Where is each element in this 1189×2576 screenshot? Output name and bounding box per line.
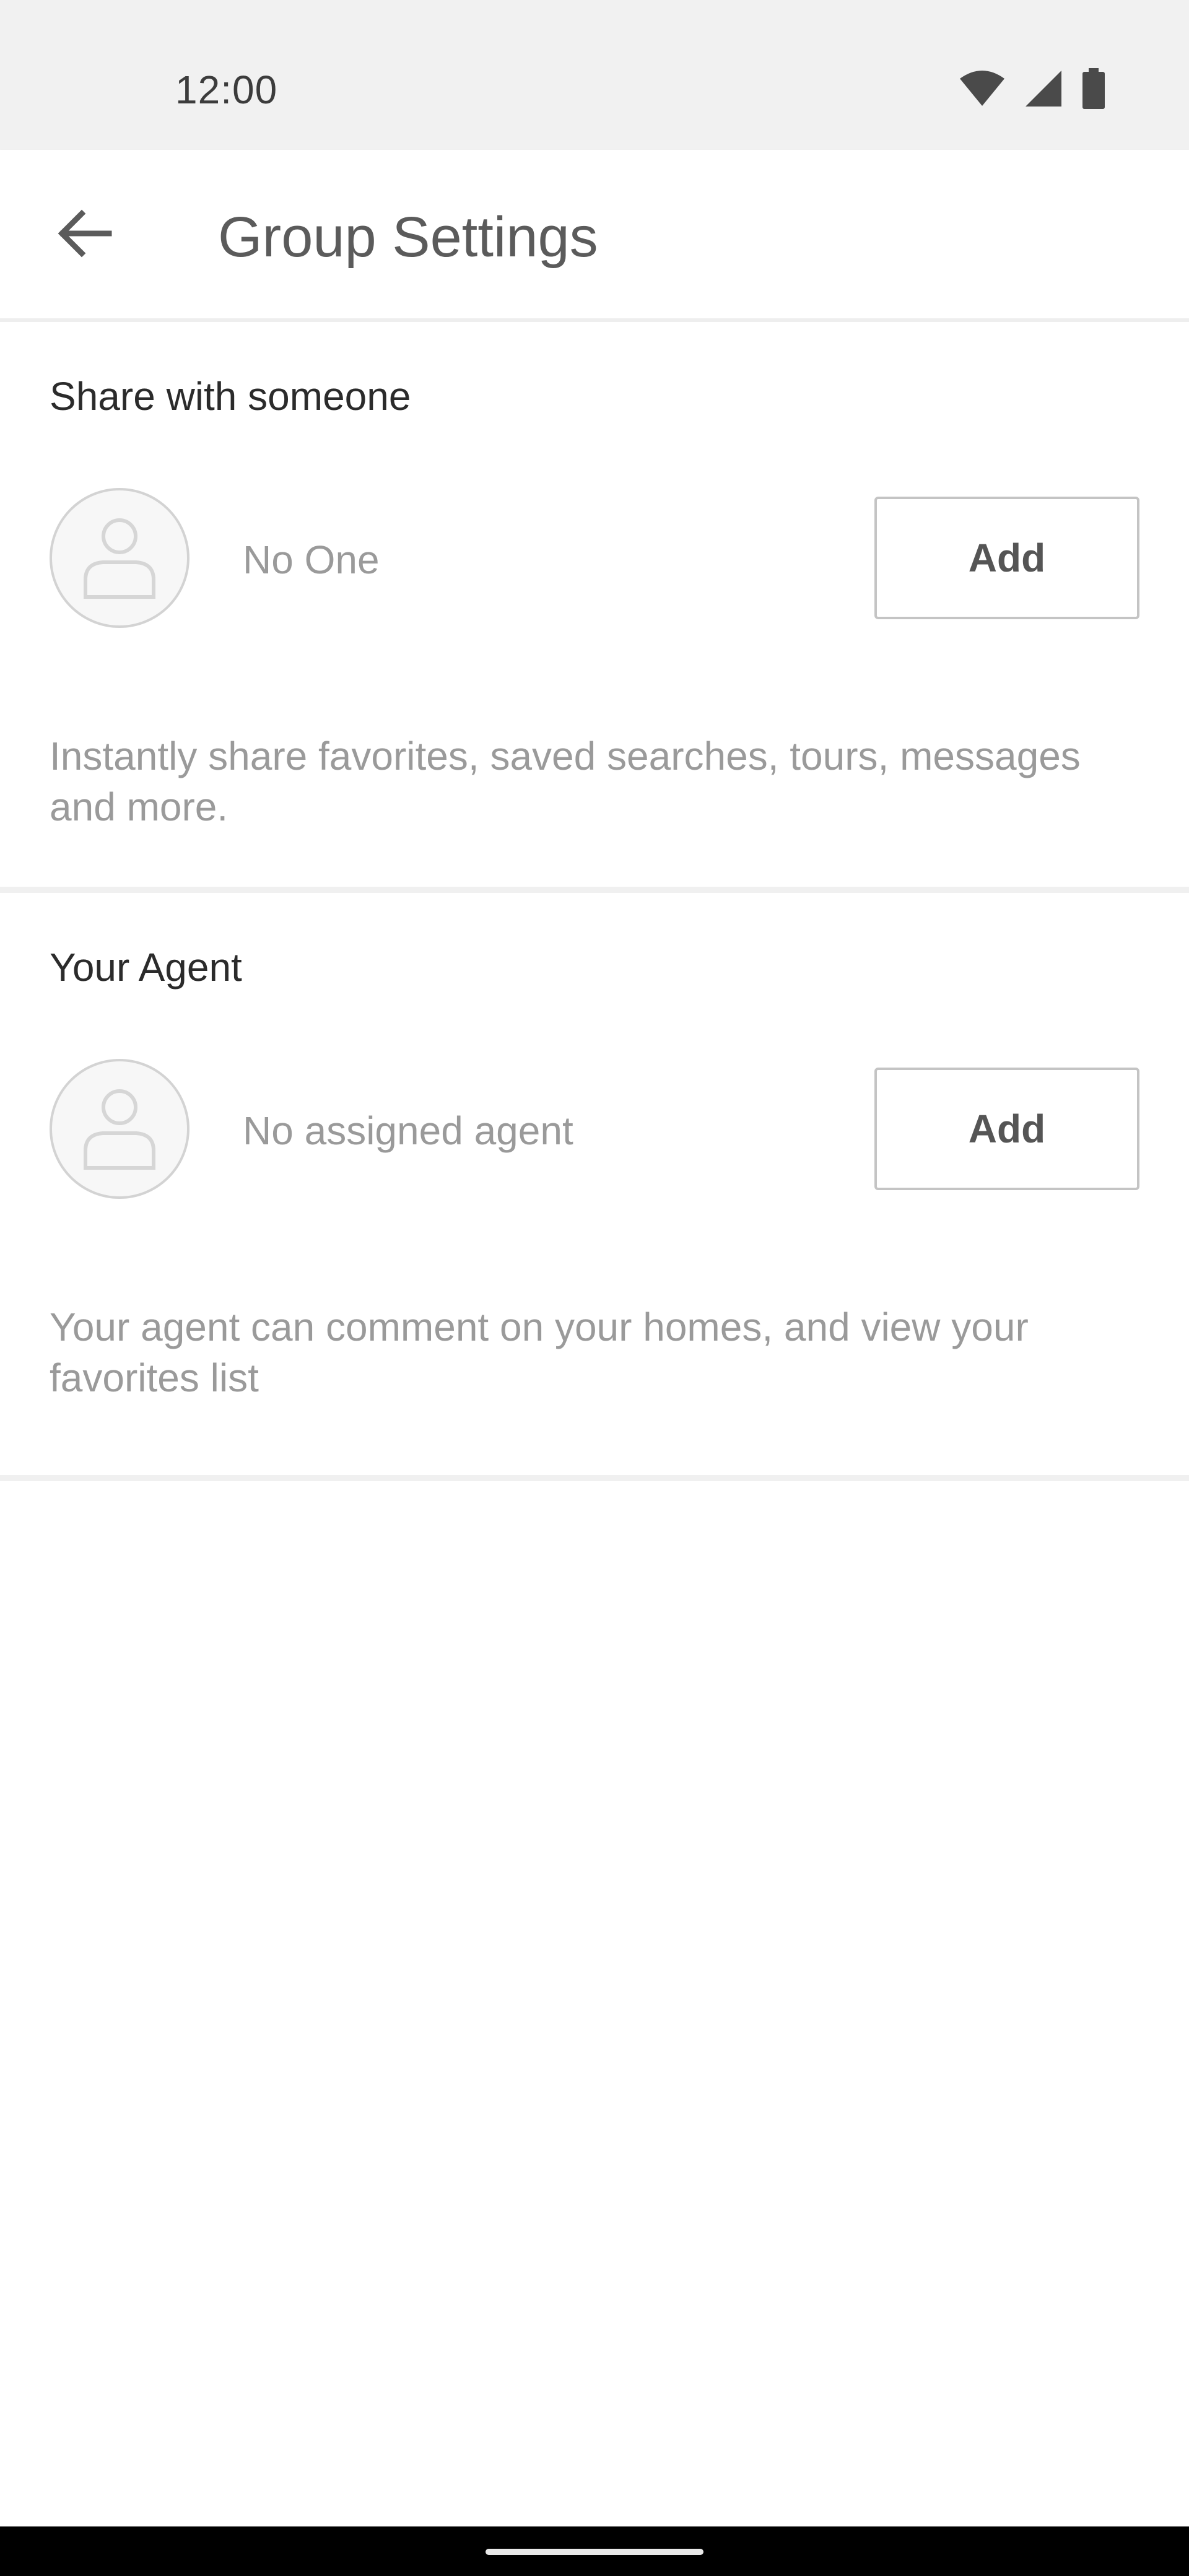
app-bar: Group Settings: [0, 150, 1189, 322]
share-member-label: No One: [243, 537, 380, 582]
agent-avatar: [50, 1059, 189, 1199]
share-section: Share with someone No One Add Instantly …: [0, 322, 1189, 893]
person-placeholder-icon: [79, 510, 160, 606]
status-time: 12:00: [175, 67, 278, 112]
person-placeholder-icon: [79, 1081, 160, 1177]
agent-member-label: No assigned agent: [243, 1108, 573, 1153]
agent-section-title: Your Agent: [50, 945, 242, 990]
status-bar: 12:00: [0, 0, 1189, 150]
back-button[interactable]: [45, 201, 125, 269]
cell-signal-icon: [1024, 69, 1063, 111]
arrow-left-icon: [57, 209, 113, 261]
group-settings-screen: 12:00 Group Settings Share with someone …: [0, 0, 1189, 2576]
add-share-button[interactable]: Add: [874, 497, 1139, 619]
status-icons: [959, 67, 1106, 112]
share-description: Instantly share favorites, saved searche…: [50, 734, 1081, 829]
share-section-title: Share with someone: [50, 374, 411, 419]
agent-description: Your agent can comment on your homes, an…: [50, 1305, 1029, 1400]
add-agent-button[interactable]: Add: [874, 1068, 1139, 1190]
wifi-icon: [959, 70, 1006, 110]
share-avatar: [50, 488, 189, 628]
navigation-bar: [0, 2526, 1189, 2576]
page-title: Group Settings: [218, 206, 598, 269]
agent-section: Your Agent No assigned agent Add Your ag…: [0, 893, 1189, 1481]
battery-icon: [1081, 67, 1106, 112]
home-indicator[interactable]: [486, 2549, 703, 2555]
